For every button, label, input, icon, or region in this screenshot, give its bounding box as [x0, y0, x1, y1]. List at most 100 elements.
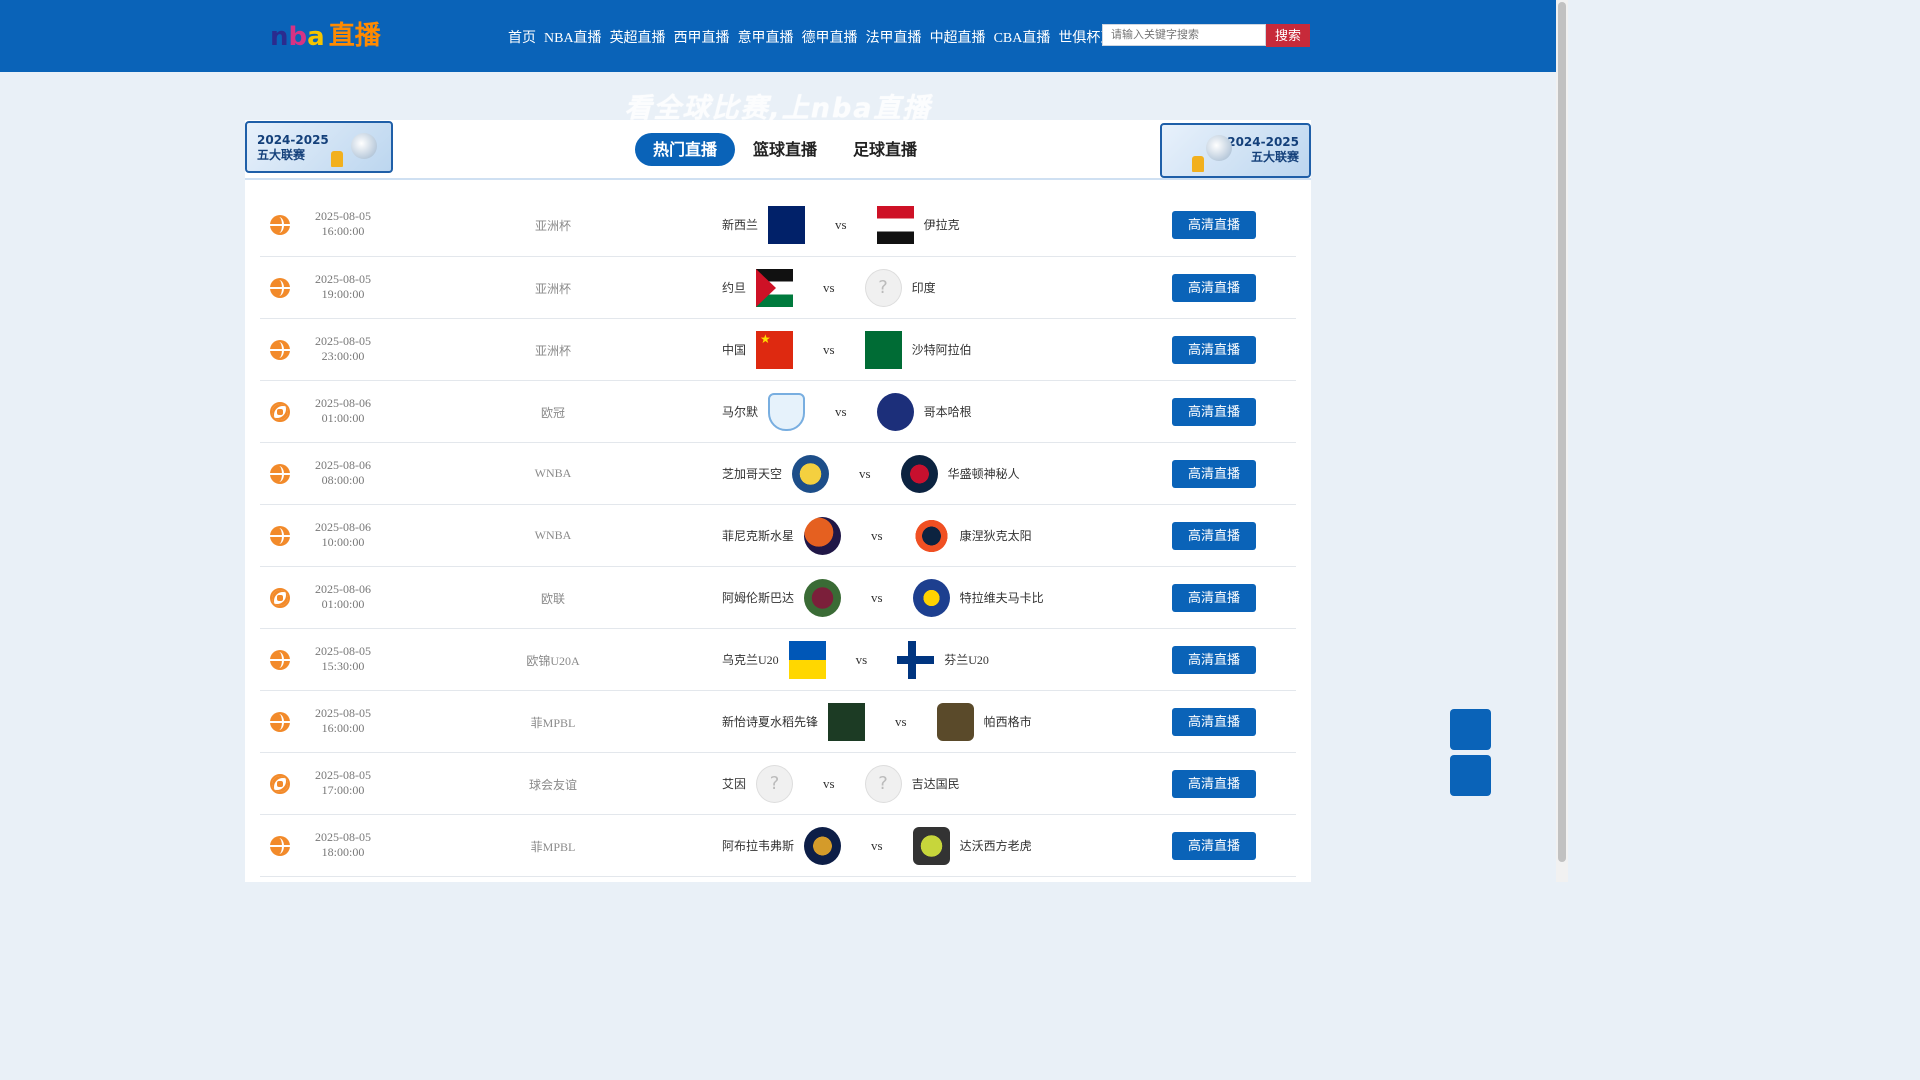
away-team-logo: ? [864, 764, 902, 803]
match-datetime: 2025-08-05 15:30:00 [308, 644, 378, 674]
match-teams: 约旦 vs? 印度 [722, 257, 936, 318]
away-team-logo [912, 516, 950, 555]
match-date: 2025-08-05 [315, 272, 371, 286]
home-team-name: 阿姆伦斯巴达 [722, 591, 795, 605]
home-team-name: 乌克兰U20 [722, 653, 779, 667]
match-time: 19:00:00 [321, 287, 365, 301]
match-date: 2025-08-06 [315, 458, 371, 472]
home-team-name: 新怡诗夏水稻先锋 [722, 715, 819, 729]
vs-label: vs [871, 837, 883, 853]
hd-live-button[interactable]: 高清直播 [1172, 460, 1256, 488]
nav-ligue1[interactable]: 法甲直播 [866, 27, 922, 47]
vs-label: vs [835, 216, 847, 232]
nav-bundesliga[interactable]: 德甲直播 [802, 27, 858, 47]
away-team-name: 达沃西方老虎 [959, 839, 1032, 853]
main-content: 2024-2025 五大联赛 2024-2025 五大联赛 热门直播 篮球直播 … [245, 120, 1311, 882]
match-row: 2025-08-06 08:00:00 WNBA 芝加哥天空 vs 华盛顿神秘人 高清直播 [260, 443, 1296, 505]
match-league: 欧联 [540, 592, 565, 606]
basketball-icon [270, 712, 290, 732]
banner-text: 2024-2025 五大联赛 [257, 133, 329, 163]
match-datetime: 2025-08-06 08:00:00 [308, 458, 378, 488]
league-banner-right[interactable]: 2024-2025 五大联赛 [1160, 123, 1311, 178]
hd-live-button[interactable]: 高清直播 [1172, 336, 1256, 364]
away-team-logo [912, 578, 950, 617]
nav-laliga[interactable]: 西甲直播 [674, 27, 730, 47]
float-action-button-1[interactable] [1450, 709, 1491, 750]
hd-live-button[interactable]: 高清直播 [1172, 832, 1256, 860]
football-icon [270, 402, 290, 422]
match-date: 2025-08-05 [315, 830, 371, 844]
logo-letter-b: b [288, 22, 308, 52]
hd-live-button[interactable]: 高清直播 [1172, 770, 1256, 798]
banner-season: 2024-2025 [1227, 135, 1299, 149]
vs-label: vs [823, 279, 835, 295]
away-team-name: 特拉维夫马卡比 [959, 591, 1044, 605]
match-datetime: 2025-08-05 19:00:00 [308, 272, 378, 302]
match-time: 23:00:00 [321, 349, 365, 363]
match-datetime: 2025-08-05 23:00:00 [308, 334, 378, 364]
hd-live-button[interactable]: 高清直播 [1172, 646, 1256, 674]
trophy-icon [331, 151, 343, 167]
match-list: 2025-08-05 16:00:00 亚洲杯 新西兰 vs 伊拉克 高清直播 2025-08… [260, 194, 1296, 877]
away-team-logo [912, 826, 950, 865]
hd-live-button[interactable]: 高清直播 [1172, 398, 1256, 426]
logo-letter-a: a [307, 22, 325, 52]
tab-football-live[interactable]: 足球直播 [835, 133, 935, 166]
page-scrollbar[interactable] [1556, 0, 1568, 882]
nav-nba[interactable]: NBA直播 [544, 27, 602, 47]
nav-premier-league[interactable]: 英超直播 [610, 27, 666, 47]
nav-cba[interactable]: CBA直播 [994, 27, 1051, 47]
hd-live-button[interactable]: 高清直播 [1172, 274, 1256, 302]
match-row: 2025-08-05 19:00:00 亚洲杯 约旦 vs? 印度 高清直播 [260, 257, 1296, 319]
match-datetime: 2025-08-06 10:00:00 [308, 520, 378, 550]
main-nav: 首页 NBA直播 英超直播 西甲直播 意甲直播 德甲直播 法甲直播 中超直播 C… [508, 27, 1128, 47]
match-league: 菲MPBL [530, 840, 576, 854]
home-team-logo [804, 516, 842, 555]
league-banner-left[interactable]: 2024-2025 五大联赛 [245, 121, 393, 173]
match-teams: 阿布拉韦弗斯 vs 达沃西方老虎 [722, 815, 1032, 876]
away-team-logo [936, 702, 974, 741]
tab-hot-live[interactable]: 热门直播 [635, 133, 736, 166]
match-league: 欧锦U20A [526, 654, 580, 668]
home-team-logo [768, 205, 806, 244]
match-time: 10:00:00 [321, 535, 365, 549]
search-button[interactable]: 搜索 [1266, 24, 1310, 47]
away-team-name: 哥本哈根 [923, 405, 972, 419]
match-league: 亚洲杯 [534, 219, 571, 233]
basketball-icon [270, 650, 290, 670]
nav-csl[interactable]: 中超直播 [930, 27, 986, 47]
match-date: 2025-08-06 [315, 582, 371, 596]
site-logo[interactable]: n b a 直播 [270, 20, 381, 52]
category-tabs: 热门直播 篮球直播 足球直播 [635, 133, 935, 166]
home-team-name: 芝加哥天空 [722, 467, 783, 481]
logo-zhibo: 直播 [328, 21, 381, 51]
match-time: 18:00:00 [321, 845, 365, 859]
hd-live-button[interactable]: 高清直播 [1172, 584, 1256, 612]
away-team-name: 帕西格市 [983, 715, 1032, 729]
match-row: 2025-08-06 01:00:00 欧冠 马尔默 vs 哥本哈根 高清直播 [260, 381, 1296, 443]
nav-home[interactable]: 首页 [508, 27, 536, 47]
away-team-name: 吉达国民 [911, 777, 960, 791]
tab-basketball-live[interactable]: 篮球直播 [735, 133, 835, 166]
nav-serie-a[interactable]: 意甲直播 [738, 27, 794, 47]
scrollbar-thumb[interactable] [1558, 2, 1566, 862]
home-team-name: 约旦 [722, 281, 747, 295]
hd-live-button[interactable]: 高清直播 [1172, 522, 1256, 550]
match-league: 亚洲杯 [534, 282, 571, 296]
trophy-icon [1192, 156, 1204, 172]
match-teams: 艾因? vs? 吉达国民 [722, 753, 960, 814]
home-team-name: 马尔默 [722, 405, 759, 419]
hd-live-button[interactable]: 高清直播 [1172, 708, 1256, 736]
home-team-logo [792, 454, 830, 493]
hd-live-button[interactable]: 高清直播 [1172, 211, 1256, 239]
away-team-name: 伊拉克 [923, 218, 960, 232]
search-input[interactable] [1102, 24, 1266, 46]
basketball-icon [270, 836, 290, 856]
home-team-logo [756, 268, 794, 307]
float-action-button-2[interactable] [1450, 755, 1491, 796]
match-league: WNBA [534, 528, 572, 542]
match-time: 01:00:00 [321, 597, 365, 611]
away-team-name: 华盛顿神秘人 [947, 467, 1020, 481]
home-team-logo [756, 330, 794, 369]
match-row: 2025-08-05 15:30:00 欧锦U20A 乌克兰U20 vs 芬兰U20 高清直… [260, 629, 1296, 691]
